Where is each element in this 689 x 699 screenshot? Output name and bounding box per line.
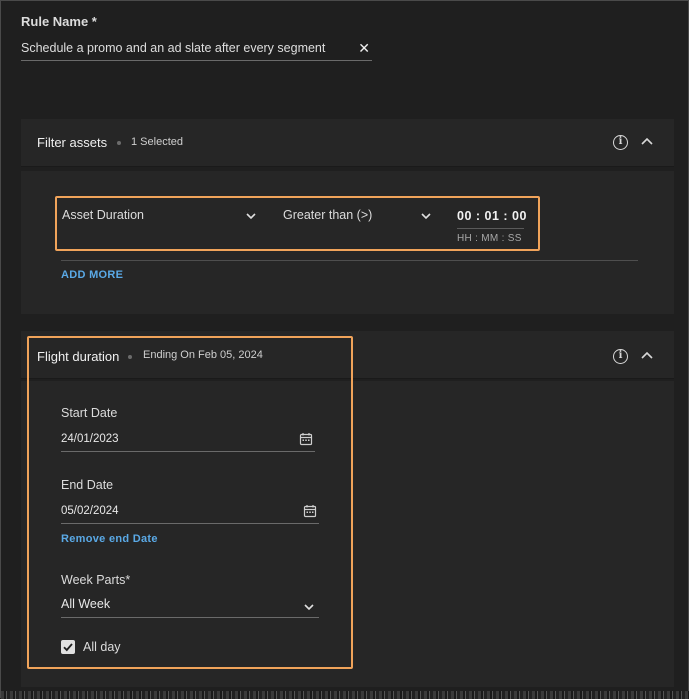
duration-format-hint: HH : MM : SS <box>457 233 522 244</box>
operator-select[interactable]: Greater than (>) <box>283 208 372 222</box>
week-parts-select[interactable]: All Week <box>61 596 319 618</box>
add-more-button[interactable]: ADD MORE <box>61 269 123 281</box>
close-icon[interactable]: ✕ <box>358 40 370 57</box>
filter-assets-title: Filter assets <box>37 135 108 150</box>
end-date-input[interactable]: 05/02/2024 <box>61 502 319 524</box>
start-date-label: Start Date <box>61 406 118 420</box>
chevron-down-icon[interactable] <box>303 601 315 613</box>
filter-selected-count: 1 Selected <box>131 136 183 148</box>
field-select[interactable]: Asset Duration <box>62 208 144 222</box>
filter-divider <box>61 260 638 261</box>
separator-dot <box>117 141 121 145</box>
rule-name-value[interactable]: Schedule a promo and an ad slate after e… <box>21 41 325 55</box>
chevron-down-icon[interactable] <box>420 210 432 222</box>
week-parts-value[interactable]: All Week <box>61 597 110 611</box>
end-date-value[interactable]: 05/02/2024 <box>61 505 119 517</box>
duration-input[interactable]: 00 : 01 : 00 <box>457 209 527 223</box>
start-date-input[interactable]: 24/01/2023 <box>61 430 315 452</box>
rule-name-label: Rule Name * <box>21 14 97 29</box>
info-icon[interactable]: i <box>613 135 628 150</box>
all-day-label[interactable]: All day <box>83 640 121 654</box>
duration-underline <box>457 228 524 229</box>
start-date-value[interactable]: 24/01/2023 <box>61 433 119 445</box>
info-icon[interactable]: i <box>613 349 628 364</box>
rule-name-input[interactable]: Schedule a promo and an ad slate after e… <box>21 39 372 61</box>
filter-assets-header[interactable]: Filter assets 1 Selected i <box>21 119 674 167</box>
calendar-icon[interactable] <box>303 504 317 518</box>
end-date-label: End Date <box>61 478 114 492</box>
calendar-icon[interactable] <box>299 432 313 446</box>
chevron-up-icon[interactable] <box>640 135 654 149</box>
checkmark-icon <box>63 643 73 652</box>
remove-end-date-button[interactable]: Remove end Date <box>61 533 158 545</box>
chevron-up-icon[interactable] <box>640 349 654 363</box>
chevron-down-icon[interactable] <box>245 210 257 222</box>
all-day-checkbox[interactable] <box>61 640 75 654</box>
rule-editor: Rule Name * Schedule a promo and an ad s… <box>0 0 689 699</box>
week-parts-label: Week Parts* <box>61 573 131 587</box>
